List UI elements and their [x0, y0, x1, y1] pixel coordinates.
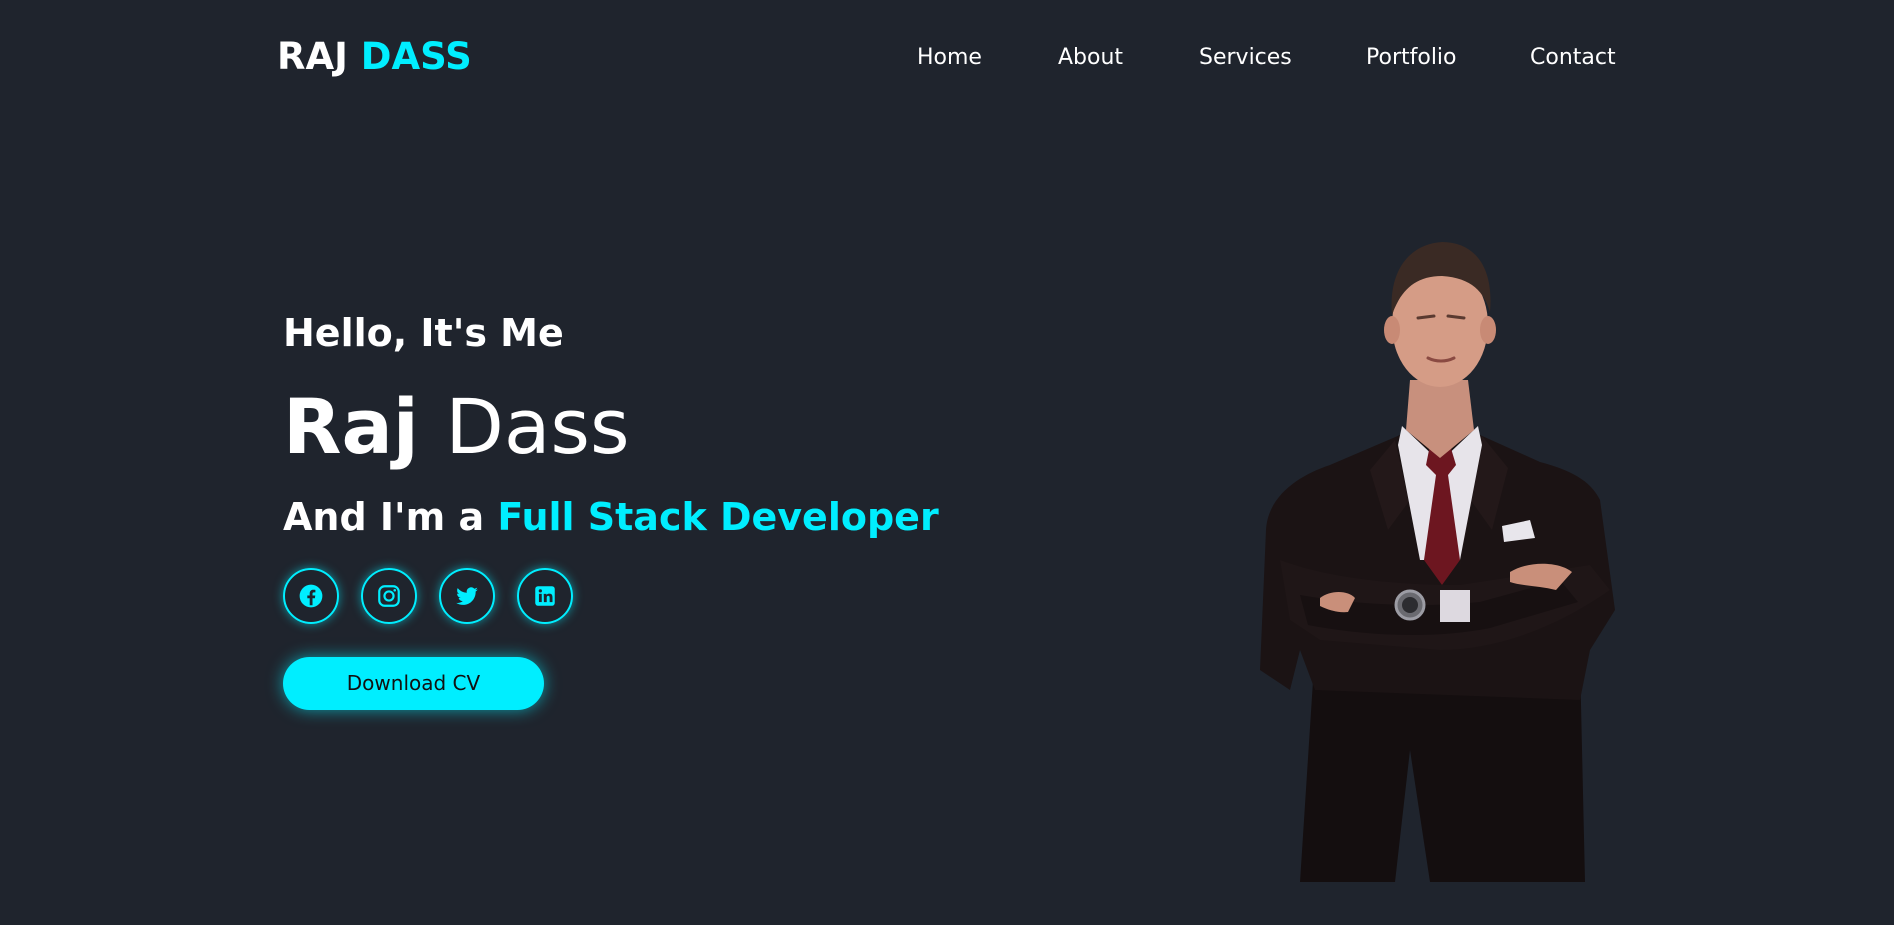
hero-name: Raj Dass [283, 382, 630, 472]
nav-portfolio[interactable]: Portfolio [1366, 44, 1457, 72]
hero-first-name: Raj [283, 382, 419, 471]
twitter-icon [456, 587, 478, 605]
logo-first-word: RAJ [277, 35, 348, 78]
hero-role: And I'm a Full Stack Developer [283, 493, 939, 541]
site-header: RAJ DASS Home About Services Portfolio C… [0, 0, 1894, 116]
hero-last-name: Dass [445, 382, 630, 471]
twitter-link[interactable] [439, 568, 495, 624]
portfolio-page: RAJ DASS Home About Services Portfolio C… [0, 0, 1894, 925]
facebook-link[interactable] [283, 568, 339, 624]
facebook-icon [299, 584, 323, 608]
logo-last-word: DASS [360, 35, 472, 78]
linkedin-icon [535, 586, 555, 606]
logo[interactable]: RAJ DASS [277, 34, 472, 80]
hero-role-prefix: And I'm a [283, 495, 485, 539]
nav-contact[interactable]: Contact [1530, 44, 1616, 72]
hero-greeting: Hello, It's Me [283, 311, 564, 355]
nav-about[interactable]: About [1058, 44, 1123, 72]
hero-role-title: Full Stack Developer [497, 495, 939, 539]
download-cv-button[interactable]: Download CV [283, 657, 544, 710]
linkedin-link[interactable] [517, 568, 573, 624]
hero-portrait-image [1260, 242, 1615, 882]
nav-services[interactable]: Services [1199, 44, 1292, 72]
nav-home[interactable]: Home [917, 44, 982, 72]
instagram-icon [378, 585, 400, 607]
instagram-link[interactable] [361, 568, 417, 624]
